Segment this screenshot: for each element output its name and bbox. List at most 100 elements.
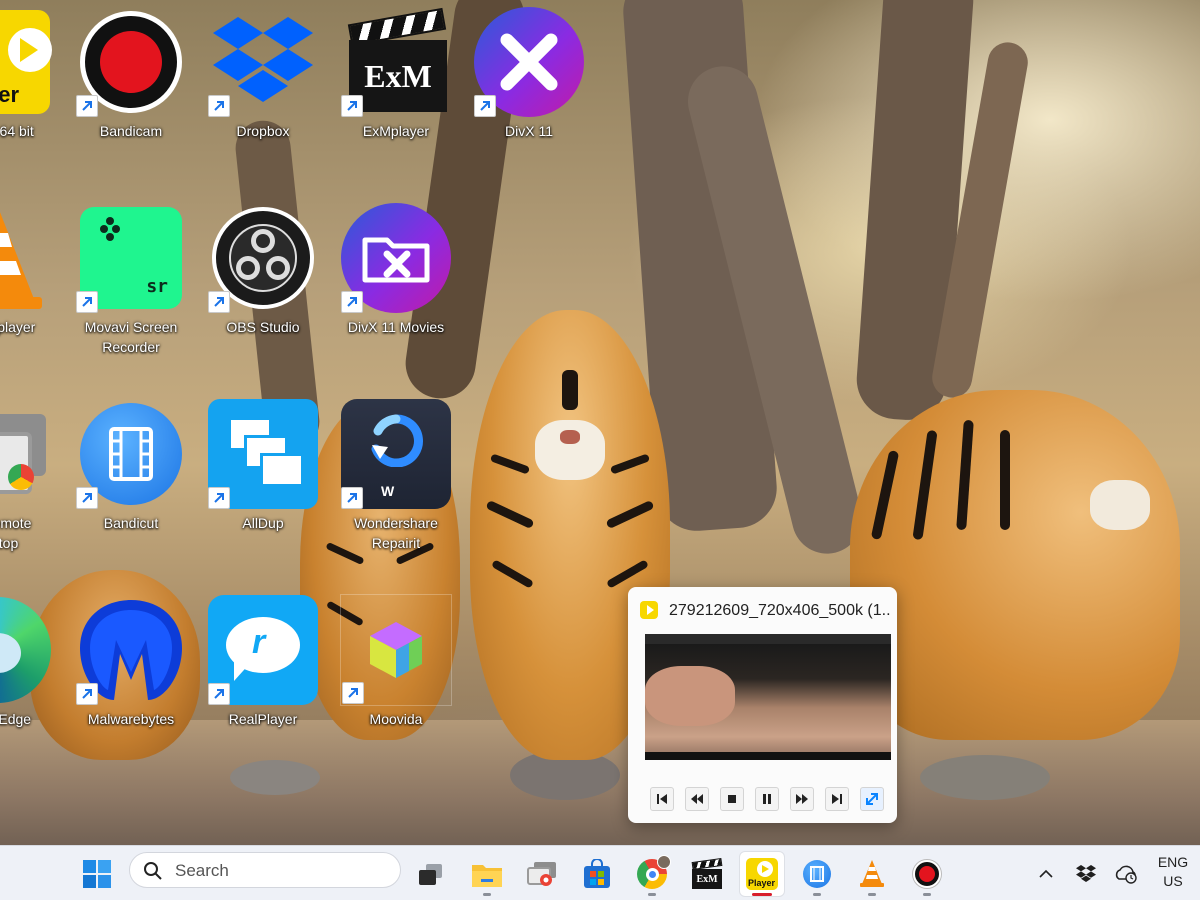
- taskbar-vlc[interactable]: [850, 852, 894, 896]
- shortcut-arrow-icon: [208, 683, 230, 705]
- kmplayer-app-icon: [640, 601, 658, 619]
- icon-label: …dia player: [0, 319, 36, 335]
- taskbar-search-box[interactable]: Search: [129, 852, 401, 888]
- icon-label: Movavi Screen Recorder: [84, 319, 178, 355]
- shortcut-arrow-icon: [342, 682, 364, 704]
- divx-11-shortcut[interactable]: DivX 11: [464, 6, 594, 196]
- chrome-remote-desktop-shortcut[interactable]: … Remote…ktop: [0, 398, 63, 588]
- shortcut-arrow-icon: [341, 95, 363, 117]
- shortcut-arrow-icon: [76, 95, 98, 117]
- taskbar-bandicam[interactable]: [905, 852, 949, 896]
- task-view-icon: [419, 864, 442, 885]
- shortcut-arrow-icon: [208, 291, 230, 313]
- icon-label: …oft Edge: [0, 711, 32, 727]
- microsoft-edge-shortcut[interactable]: …oft Edge: [0, 594, 63, 784]
- icon-label: DivX 11 Movies: [347, 319, 445, 335]
- icon-label: Moovida: [369, 711, 423, 727]
- shortcut-arrow-icon: [76, 487, 98, 509]
- shortcut-arrow-icon: [76, 291, 98, 313]
- icon-label: Bandicam: [99, 123, 163, 139]
- icon-label: … Remote…ktop: [0, 515, 32, 551]
- icon-label: OBS Studio: [226, 319, 300, 335]
- icon-label: Bandicut: [103, 515, 159, 531]
- vlc-media-player-shortcut[interactable]: …dia player: [0, 202, 63, 392]
- remote-desktop-icon: [0, 404, 48, 504]
- folder-icon: [472, 865, 502, 887]
- clapperboard-icon: ExM: [691, 857, 723, 889]
- wondershare-repairit-shortcut[interactable]: W Wondershare Repairit: [331, 398, 461, 588]
- shortcut-arrow-icon: [474, 95, 496, 117]
- shortcut-arrow-icon: [341, 291, 363, 313]
- icon-label: ExMplayer: [362, 123, 430, 139]
- remote-desktop-icon: [527, 862, 556, 886]
- alldup-shortcut[interactable]: AllDup: [198, 398, 328, 588]
- taskbar-microsoft-store[interactable]: [575, 852, 619, 896]
- movavi-screen-recorder-shortcut[interactable]: sr Movavi Screen Recorder: [66, 202, 196, 392]
- taskbar-file-explorer[interactable]: [465, 852, 509, 896]
- shortcut-arrow-icon: [208, 487, 230, 509]
- region-code: US: [1163, 873, 1183, 889]
- profile-avatar: [657, 855, 671, 869]
- taskbar-remote-desktop[interactable]: [520, 852, 564, 896]
- icon-label: Wondershare Repairit: [354, 515, 438, 551]
- icon-label: Dropbox: [236, 123, 290, 139]
- search-icon: [144, 862, 162, 880]
- tray-dropbox[interactable]: [1072, 852, 1100, 896]
- cloud-sync-icon: [1115, 865, 1137, 884]
- start-button[interactable]: [75, 852, 119, 896]
- rewind-button[interactable]: [685, 787, 709, 811]
- tray-onedrive[interactable]: [1112, 852, 1140, 896]
- active-indicator: [752, 893, 772, 896]
- bandicut-icon: [803, 860, 831, 888]
- dropbox-shortcut[interactable]: Dropbox: [198, 6, 328, 196]
- language-indicator[interactable]: ENG US: [1153, 854, 1193, 894]
- taskbar-chrome[interactable]: [630, 852, 674, 896]
- next-button[interactable]: [825, 787, 849, 811]
- playback-controls: [650, 787, 884, 811]
- previous-button[interactable]: [650, 787, 674, 811]
- chevron-up-icon: [1039, 869, 1053, 878]
- task-view-button[interactable]: [408, 852, 452, 896]
- shortcut-arrow-icon: [208, 95, 230, 117]
- taskbar-kmplayer[interactable]: Player: [740, 852, 784, 896]
- exmplayer-shortcut[interactable]: ExM ExMplayer: [331, 6, 461, 196]
- pause-icon: [763, 794, 771, 804]
- mini-player-title: 279212609_720x406_500k (1...: [669, 602, 891, 619]
- stop-icon: [728, 795, 736, 803]
- bandicam-shortcut[interactable]: Bandicam: [66, 6, 196, 196]
- kmplayer-icon: Player: [746, 858, 778, 890]
- edge-icon: [0, 597, 51, 703]
- obs-studio-shortcut[interactable]: OBS Studio: [198, 202, 328, 392]
- language-code: ENG: [1157, 854, 1189, 870]
- fast-forward-button[interactable]: [790, 787, 814, 811]
- search-placeholder: Search: [175, 861, 229, 880]
- mini-player-window[interactable]: 279212609_720x406_500k (1...: [628, 587, 897, 823]
- taskbar-exmplayer[interactable]: ExM: [685, 852, 729, 896]
- dropbox-icon: [1076, 865, 1096, 882]
- expand-button[interactable]: [860, 787, 884, 811]
- malwarebytes-shortcut[interactable]: Malwarebytes: [66, 594, 196, 784]
- realplayer-shortcut[interactable]: r RealPlayer: [198, 594, 328, 784]
- tiger-muzzle: [1090, 480, 1150, 530]
- skip-next-icon: [832, 794, 842, 804]
- rock: [920, 755, 1050, 800]
- icon-label: AllDup: [242, 515, 284, 531]
- divx-11-movies-shortcut[interactable]: DivX 11 Movies: [331, 202, 461, 392]
- moovida-shortcut[interactable]: Moovida: [331, 594, 461, 784]
- store-bag-icon: [584, 859, 610, 888]
- skip-previous-icon: [657, 794, 667, 804]
- taskbar-bandicut[interactable]: [795, 852, 839, 896]
- expand-icon: [866, 793, 878, 805]
- windows-logo-icon: [83, 860, 111, 888]
- kmplayer-64bit-shortcut[interactable]: yer …yer 64 bit: [0, 6, 63, 196]
- rewind-icon: [691, 794, 703, 804]
- vlc-cone-icon: [860, 860, 884, 887]
- tiger: [850, 390, 1180, 740]
- video-preview[interactable]: [645, 634, 891, 760]
- shortcut-arrow-icon: [341, 487, 363, 509]
- stop-button[interactable]: [720, 787, 744, 811]
- pause-button[interactable]: [755, 787, 779, 811]
- show-hidden-icons-button[interactable]: [1032, 852, 1060, 896]
- vlc-cone-icon: [0, 212, 42, 309]
- bandicut-shortcut[interactable]: Bandicut: [66, 398, 196, 588]
